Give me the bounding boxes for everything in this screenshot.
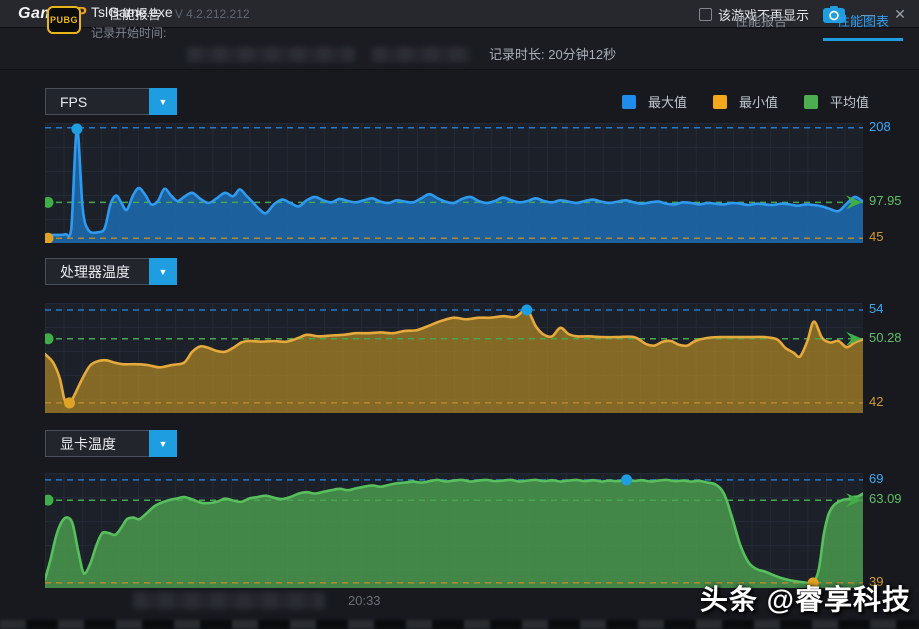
legend-item-max: 最大值 (622, 92, 687, 111)
tab-performance-chart[interactable]: 性能图表 (831, 0, 895, 41)
legend-label-min: 最小值 (739, 92, 778, 111)
process-name: TslGame.exe (91, 4, 173, 20)
record-start-label: 记录开始时间: (91, 24, 166, 41)
cpu-temp-chart-plot[interactable] (45, 303, 863, 413)
tab-performance-report[interactable]: 性能报告 (729, 0, 793, 41)
hide-game-checkbox[interactable] (699, 8, 712, 21)
gamepp-window: GamePP 性能报告 V 4.2.212.212 该游戏不再显示 — ✕ PU… (0, 0, 919, 629)
cpu-temp-min-value: 42 (869, 394, 883, 409)
fps-chart-plot[interactable] (45, 123, 863, 243)
metric-dropdown-fps-value: FPS (46, 94, 149, 110)
fps-avg-value: 97.95 (869, 193, 902, 208)
gpu-temp-avg-value: 63.09 (869, 491, 902, 506)
gpu-temp-chart-plot[interactable] (45, 473, 863, 588)
redacted-start-time (187, 47, 355, 62)
record-duration-label: 记录时长: 20分钟12秒 (489, 44, 616, 63)
header-tabs: 性能报告 性能图表 (729, 0, 895, 41)
redacted-time-tick (133, 592, 325, 609)
chevron-down-icon[interactable]: ▼ (149, 430, 177, 457)
version-label: V 4.2.212.212 (175, 7, 250, 21)
pubg-game-icon: PUBG (47, 6, 81, 34)
cpu-temp-max-value: 54 (869, 301, 883, 316)
legend-item-avg: 平均值 (804, 92, 869, 111)
redacted-text (372, 47, 470, 62)
time-axis-tick: 20:33 (348, 593, 381, 608)
metric-dropdown-cpu-temp-value: 处理器温度 (46, 262, 149, 282)
watermark-text: 头条 @睿享科技 (700, 578, 911, 618)
cpu-temp-avg-value: 50.28 (869, 330, 902, 345)
legend-label-avg: 平均值 (830, 92, 869, 111)
fps-min-value: 45 (869, 229, 883, 244)
fps-max-value: 208 (869, 119, 891, 134)
metric-dropdown-gpu-temp-value: 显卡温度 (46, 434, 149, 454)
legend-item-min: 最小值 (713, 92, 778, 111)
gpu-temp-max-value: 69 (869, 471, 883, 486)
metric-dropdown-gpu-temp[interactable]: 显卡温度 ▼ (45, 430, 177, 457)
legend-label-max: 最大值 (648, 92, 687, 111)
chart-legend: 最大值 最小值 平均值 (622, 92, 869, 111)
chevron-down-icon[interactable]: ▼ (149, 88, 177, 115)
redacted-bottom-strip (0, 620, 919, 629)
metric-dropdown-fps[interactable]: FPS ▼ (45, 88, 177, 115)
legend-swatch-avg (804, 95, 818, 109)
legend-swatch-max (622, 95, 636, 109)
chevron-down-icon[interactable]: ▼ (149, 258, 177, 285)
metric-dropdown-cpu-temp[interactable]: 处理器温度 ▼ (45, 258, 177, 285)
pubg-icon-text: PUBG (50, 15, 78, 25)
legend-swatch-min (713, 95, 727, 109)
